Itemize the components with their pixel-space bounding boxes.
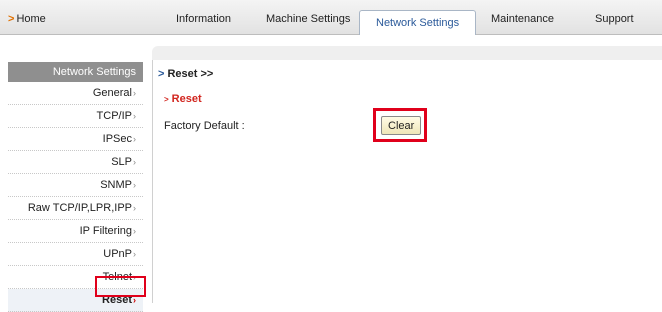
sidebar-item-label: General [92,87,132,99]
chevron-right-icon: > [8,13,15,25]
sidebar-item-label: Telnet [102,271,132,283]
sidebar-item-telnet[interactable]: Telnet› [8,266,143,289]
sidebar-item-label: IP Filtering [79,225,132,237]
sidebar-item-label: IPSec [102,133,132,145]
chevron-right-icon: > [164,95,169,104]
chevron-right-icon: › [133,295,136,305]
chevron-right-icon: › [133,88,136,98]
chevron-right-icon: › [133,180,136,190]
chevron-right-icon: › [133,226,136,236]
sidebar-item-label: Reset [102,294,132,306]
sidebar-item-raw-tcpip-lpr-ipp[interactable]: Raw TCP/IP,LPR,IPP› [8,197,143,220]
tab-machine-settings[interactable]: Machine Settings [266,13,350,25]
sidebar-item-general[interactable]: General› [8,82,143,105]
sidebar-item-label: TCP/IP [96,110,132,122]
chevron-right-icon: > [158,68,165,80]
chevron-right-icon: › [133,272,136,282]
tab-support[interactable]: Support [595,13,634,25]
tab-information[interactable]: Information [176,13,231,25]
factory-default-label: Factory Default : [164,120,245,132]
top-navigation-bar: > Home Information Machine Settings Netwo… [0,0,662,35]
page-title-text: Reset >> [167,68,214,80]
page-title: > Reset >> [158,68,213,80]
sidebar-item-label: UPnP [103,248,132,260]
sidebar-item-snmp[interactable]: SNMP› [8,174,143,197]
sidebar-item-ipsec[interactable]: IPSec› [8,128,143,151]
clear-button[interactable]: Clear [381,116,422,135]
chevron-right-icon: › [133,203,136,213]
sidebar-item-tcpip[interactable]: TCP/IP› [8,105,143,128]
section-title: > Reset [164,93,202,105]
content-panel [152,60,662,303]
sidebar-header: Network Settings [8,62,143,82]
chevron-right-icon: › [133,111,136,121]
sidebar-item-ip-filtering[interactable]: IP Filtering› [8,220,143,243]
sidebar-item-label: SNMP [100,179,132,191]
section-title-text: Reset [171,93,202,105]
home-link[interactable]: > Home [8,13,46,25]
sidebar: Network Settings General› TCP/IP› IPSec›… [8,62,143,312]
chevron-right-icon: › [133,249,136,259]
tab-network-settings[interactable]: Network Settings [359,10,477,35]
home-label: Home [16,13,46,25]
chevron-right-icon: › [133,134,136,144]
tab-maintenance[interactable]: Maintenance [491,13,554,25]
sidebar-item-slp[interactable]: SLP› [8,151,143,174]
sidebar-item-label: Raw TCP/IP,LPR,IPP [27,202,132,214]
chevron-right-icon: › [133,157,136,167]
sidebar-item-label: SLP [111,156,132,168]
sidebar-item-upnp[interactable]: UPnP› [8,243,143,266]
sidebar-item-reset[interactable]: Reset› [8,289,143,312]
